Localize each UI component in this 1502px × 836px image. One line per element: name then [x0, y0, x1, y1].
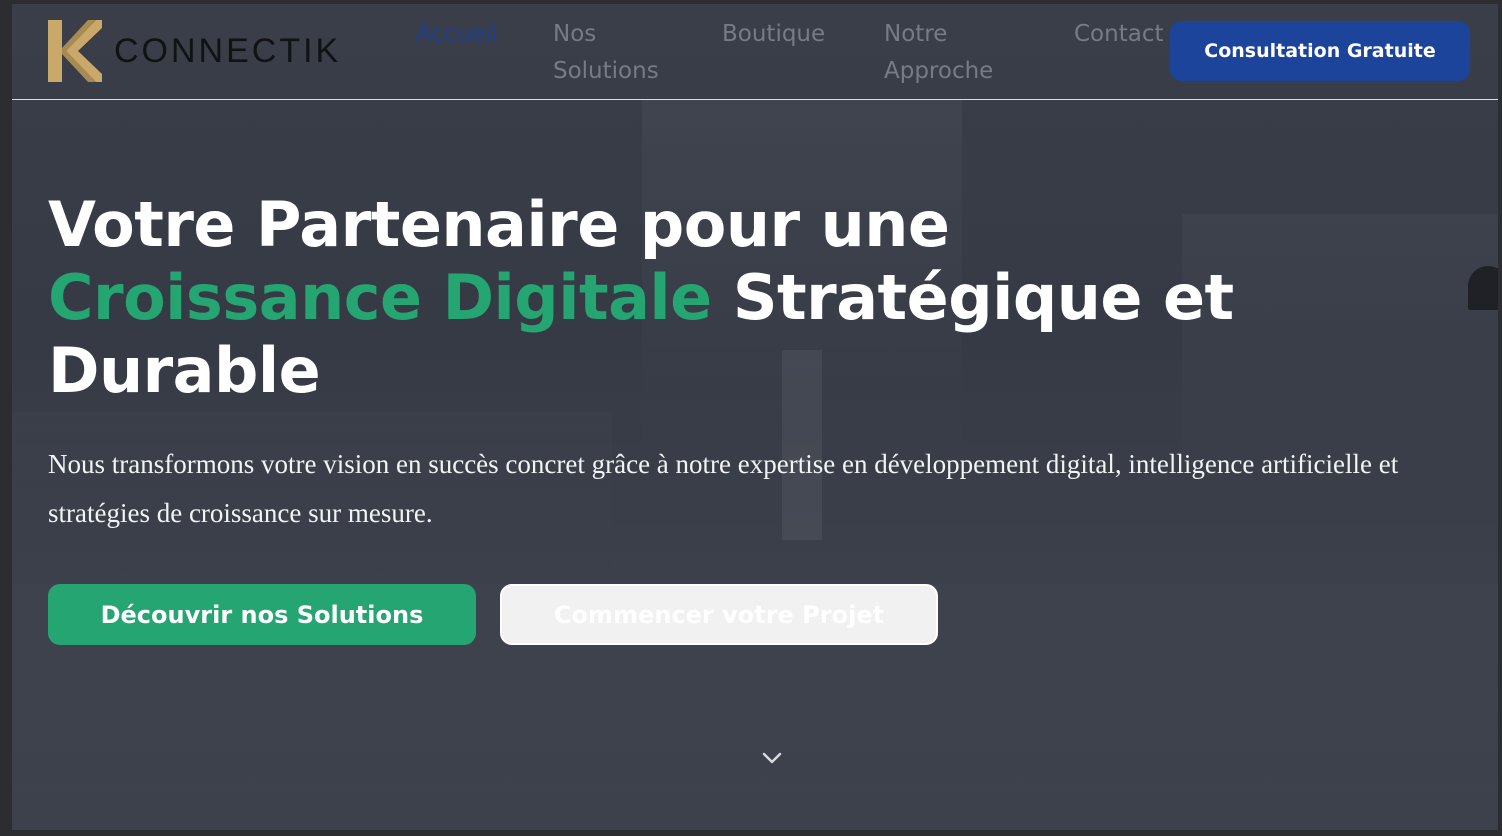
hero-title-line1: Votre Partenaire pour une [48, 188, 950, 261]
page-frame: CONNECTIK Accueil Nos Solutions Boutique… [12, 4, 1498, 830]
hero-title: Votre Partenaire pour une Croissance Dig… [48, 188, 1448, 407]
nav-notre-approche[interactable]: Notre Approche [884, 16, 1024, 90]
logo-text: CONNECTIK [114, 31, 342, 70]
nav-accueil[interactable]: Accueil [416, 16, 526, 53]
hero-subtitle: Nous transformons votre vision en succès… [48, 449, 1399, 528]
hero-title-accent: Croissance Digitale [48, 261, 712, 334]
start-project-button[interactable]: Commencer votre Projet [500, 584, 938, 645]
site-header: CONNECTIK Accueil Nos Solutions Boutique… [12, 4, 1498, 100]
nav-nos-solutions[interactable]: Nos Solutions [553, 16, 693, 90]
background-lamp [1468, 266, 1498, 310]
hero-title-line2: Stratégique et [732, 261, 1234, 334]
consultation-button[interactable]: Consultation Gratuite [1170, 21, 1470, 81]
hero-title-line3: Durable [48, 334, 321, 407]
discover-solutions-button[interactable]: Découvrir nos Solutions [48, 584, 476, 645]
logo-link[interactable]: CONNECTIK [48, 20, 341, 82]
nav-contact[interactable]: Contact [1074, 16, 1184, 53]
nav-boutique[interactable]: Boutique [722, 16, 852, 53]
chevron-down-icon[interactable] [760, 746, 784, 770]
connectik-k-logo-icon [48, 20, 102, 82]
